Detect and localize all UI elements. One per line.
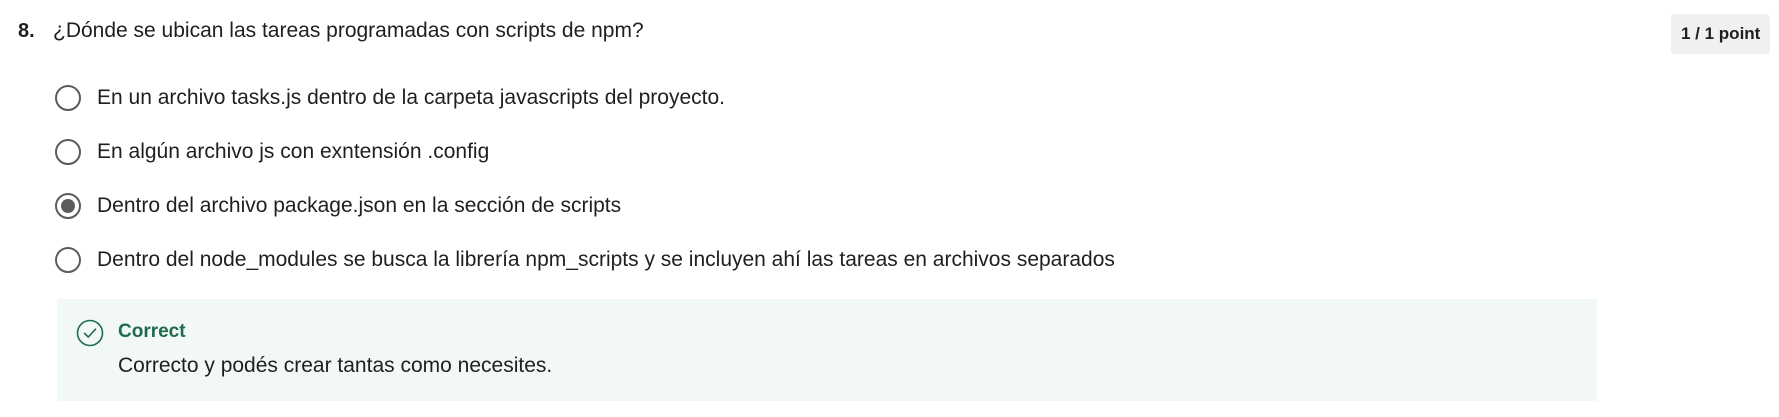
radio-button-selected[interactable] — [55, 193, 81, 219]
answer-option-label: En un archivo tasks.js dentro de la carp… — [97, 86, 725, 109]
answer-option-label: Dentro del node_modules se busca la libr… — [97, 248, 1115, 271]
question-number: 8. — [18, 20, 35, 42]
question-header: 8. ¿Dónde se ubican las tareas programad… — [18, 14, 644, 48]
feedback-panel: Correct Correcto y podés crear tantas co… — [57, 299, 1597, 401]
radio-button[interactable] — [55, 247, 81, 273]
score-badge: 1 / 1 point — [1671, 14, 1771, 54]
radio-button[interactable] — [55, 85, 81, 111]
answer-options: En un archivo tasks.js dentro de la carp… — [55, 78, 1115, 294]
answer-option-3[interactable]: Dentro del archivo package.json en la se… — [55, 186, 1115, 226]
question-text: ¿Dónde se ubican las tareas programadas … — [53, 19, 644, 42]
answer-option-2[interactable]: En algún archivo js con exntensión .conf… — [55, 132, 1115, 172]
feedback-title: Correct — [118, 321, 186, 342]
feedback-text: Correcto y podés crear tantas como neces… — [118, 354, 553, 377]
radio-button[interactable] — [55, 139, 81, 165]
answer-option-1[interactable]: En un archivo tasks.js dentro de la carp… — [55, 78, 1115, 118]
answer-option-label: Dentro del archivo package.json en la se… — [97, 194, 622, 217]
answer-option-4[interactable]: Dentro del node_modules se busca la libr… — [55, 240, 1115, 280]
answer-option-label: En algún archivo js con exntensión .conf… — [97, 140, 490, 163]
check-circle-icon — [76, 319, 104, 347]
